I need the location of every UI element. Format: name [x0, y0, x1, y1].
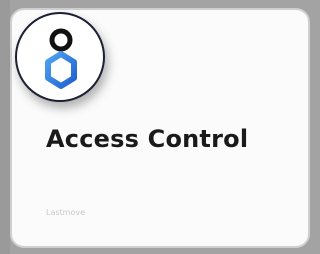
card-title: Access Control [46, 125, 249, 153]
access-control-icon [15, 12, 105, 102]
window-edge [0, 0, 10, 254]
access-control-card[interactable]: Access Control Lastmove [10, 8, 310, 248]
app-logo-graphic [45, 28, 77, 89]
card-subtitle: Lastmove [46, 208, 86, 217]
